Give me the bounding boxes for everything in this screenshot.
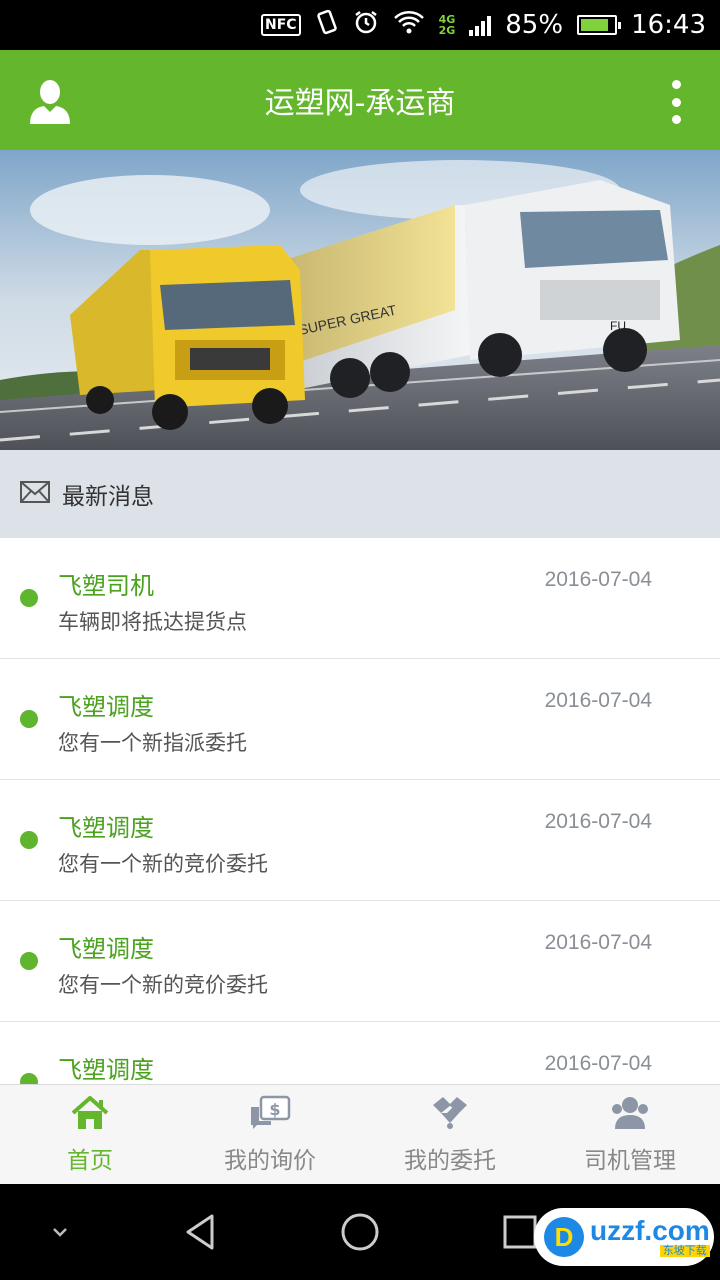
- user-icon[interactable]: [22, 78, 78, 126]
- message-date: 2016-07-04: [544, 1052, 652, 1075]
- drivers-icon: [609, 1095, 651, 1135]
- message-content: 车辆即将抵达提货点: [58, 610, 247, 634]
- back-icon[interactable]: [176, 1208, 224, 1256]
- alarm-icon: [353, 9, 379, 41]
- message-content: 您有一个新指派委托: [58, 731, 247, 755]
- bottom-tab-bar: 首页 $ 我的询价 我的委托 司机管理: [0, 1084, 720, 1184]
- watermark-text: uzzf.com: [590, 1215, 710, 1246]
- battery-percent: 85%: [505, 10, 564, 40]
- list-item[interactable]: 飞塑调度 2016-07-04 您有一个新指派委托: [0, 659, 720, 780]
- watermark-logo: D uzzf.com 东坡下载: [534, 1208, 714, 1266]
- message-date: 2016-07-04: [544, 931, 652, 954]
- tab-my-inquiry[interactable]: $ 我的询价: [180, 1085, 360, 1184]
- app-title: 运塑网-承运商: [264, 86, 456, 121]
- chevron-down-icon[interactable]: [36, 1208, 84, 1256]
- mail-icon: [20, 481, 50, 507]
- nfc-icon: NFC: [261, 14, 301, 36]
- unread-dot: [20, 710, 38, 728]
- unread-dot: [20, 831, 38, 849]
- price-chat-icon: $: [249, 1095, 291, 1135]
- handshake-icon: [429, 1095, 471, 1135]
- tab-my-commission[interactable]: 我的委托: [360, 1085, 540, 1184]
- more-vert-icon[interactable]: [664, 80, 688, 124]
- list-item[interactable]: 飞塑调度 2016-07-04 您有一个新的竞价委托: [0, 901, 720, 1022]
- news-header: 最新消息: [0, 450, 720, 538]
- status-bar: NFC 4G 2G 85% 16:43: [0, 0, 720, 50]
- trucks-banner[interactable]: SUPER GREAT FU: [0, 150, 720, 450]
- message-date: 2016-07-04: [544, 810, 652, 833]
- home-circle-icon[interactable]: [336, 1208, 384, 1256]
- list-item[interactable]: 飞塑调度 2016-07-04: [0, 1022, 720, 1084]
- signal-icon: [469, 14, 492, 36]
- unread-dot: [20, 589, 38, 607]
- message-sender: 飞塑调度: [58, 814, 154, 842]
- vibrate-icon: [315, 9, 339, 41]
- tab-my-inquiry-label: 我的询价: [224, 1147, 316, 1174]
- tab-my-commission-label: 我的委托: [404, 1147, 496, 1174]
- message-list[interactable]: 飞塑司机 2016-07-04 车辆即将抵达提货点 飞塑调度 2016-07-0…: [0, 538, 720, 1084]
- battery-icon: [577, 15, 622, 35]
- message-sender: 飞塑调度: [58, 1056, 154, 1084]
- home-icon: [69, 1095, 111, 1135]
- tab-home[interactable]: 首页: [0, 1085, 180, 1184]
- tab-home-label: 首页: [67, 1147, 113, 1174]
- watermark-subtext: 东坡下载: [659, 1245, 710, 1257]
- message-sender: 飞塑司机: [58, 572, 154, 600]
- watermark-logo-mark: D: [544, 1217, 584, 1257]
- message-sender: 飞塑调度: [58, 935, 154, 963]
- message-date: 2016-07-04: [544, 689, 652, 712]
- unread-dot: [20, 1073, 38, 1084]
- message-sender: 飞塑调度: [58, 693, 154, 721]
- wifi-icon: [393, 9, 425, 41]
- clock: 16:43: [631, 10, 706, 40]
- message-content: 您有一个新的竞价委托: [58, 852, 268, 876]
- tab-driver-management-label: 司机管理: [584, 1147, 676, 1174]
- tab-driver-management[interactable]: 司机管理: [540, 1085, 720, 1184]
- list-item[interactable]: 飞塑调度 2016-07-04 您有一个新的竞价委托: [0, 780, 720, 901]
- svg-text:$: $: [269, 1100, 280, 1119]
- system-nav-bar: D uzzf.com 东坡下载: [0, 1184, 720, 1280]
- app-bar: 运塑网-承运商: [0, 50, 720, 150]
- list-item[interactable]: 飞塑司机 2016-07-04 车辆即将抵达提货点: [0, 538, 720, 659]
- message-content: 您有一个新的竞价委托: [58, 973, 268, 997]
- news-header-title: 最新消息: [62, 484, 154, 510]
- unread-dot: [20, 952, 38, 970]
- message-date: 2016-07-04: [544, 568, 652, 591]
- network-type: 4G 2G: [438, 13, 456, 37]
